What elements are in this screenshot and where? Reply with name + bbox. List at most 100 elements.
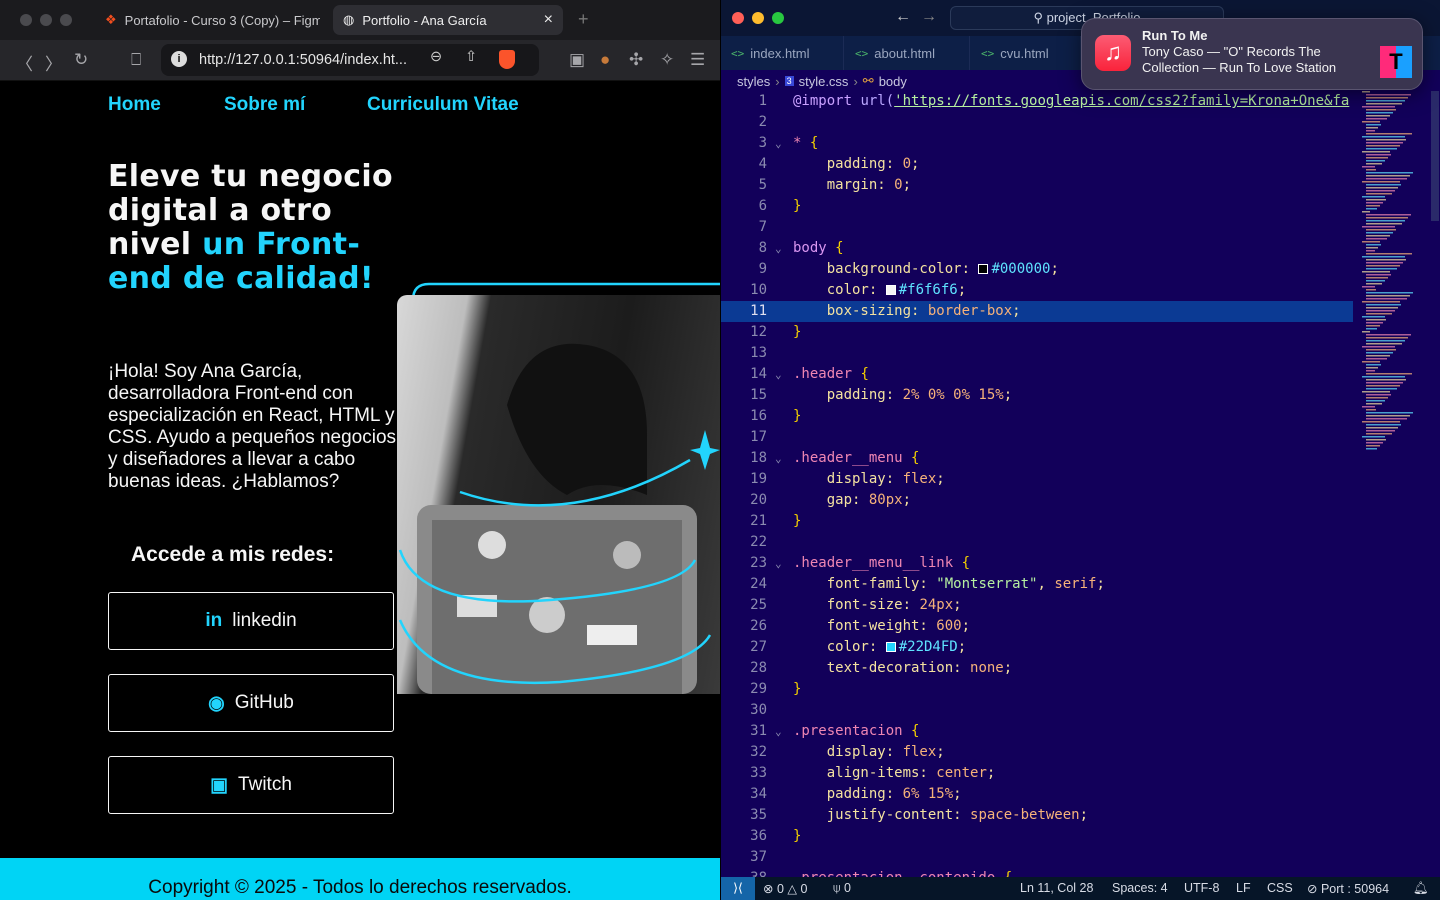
back-icon[interactable]: 〈 [16,50,33,75]
extensions-icon[interactable]: ✣ [629,50,643,70]
code-line[interactable]: 37 [721,847,1353,868]
code-line[interactable]: 6} [721,196,1353,217]
minimize-window-button[interactable] [752,12,764,24]
code-line[interactable]: 11 box-sizing: border-box; [721,301,1353,322]
code-line[interactable]: 15 padding: 2% 0% 0% 15%; [721,385,1353,406]
code-line[interactable]: 5 margin: 0; [721,175,1353,196]
tab-index-html[interactable]: <> index.html [721,36,844,70]
new-tab-button[interactable]: + [578,9,589,30]
back-arrow-icon[interactable]: ← [895,8,911,26]
code-text: .header__menu { [793,448,919,469]
close-window-button[interactable] [20,14,32,26]
code-line[interactable]: 3 ⌄ * { [721,133,1353,154]
remote-indicator-icon[interactable]: ⟩⟨ [721,877,755,900]
code-line[interactable]: 4 padding: 0; [721,154,1353,175]
code-line[interactable]: 21} [721,511,1353,532]
code-line[interactable]: 18 ⌄ .header__menu { [721,448,1353,469]
code-line[interactable]: 25 font-size: 24px; [721,595,1353,616]
minimap-line [1366,292,1413,294]
language-mode[interactable]: CSS [1267,881,1293,895]
bookmark-icon[interactable]: ⎕ [131,50,141,70]
maximize-window-button[interactable] [772,12,784,24]
brave-shield-icon[interactable] [499,50,515,69]
maximize-window-button[interactable] [60,14,72,26]
breadcrumb-file[interactable]: style.css [799,74,849,89]
code-line[interactable]: 2 [721,112,1353,133]
music-notification[interactable]: ♫ Run To Me Tony Caso — "O" Records The … [1081,18,1423,90]
wallet-icon[interactable]: ● [600,50,610,70]
code-line[interactable]: 13 [721,343,1353,364]
code-line[interactable]: 26 font-weight: 600; [721,616,1353,637]
code-line[interactable]: 19 display: flex; [721,469,1353,490]
code-line[interactable]: 33 align-items: center; [721,763,1353,784]
url-text[interactable]: http://127.0.0.1:50964/index.ht... [199,52,407,68]
reload-icon[interactable]: ↻ [74,50,88,70]
tab-cvu-html[interactable]: <> cvu.html [971,36,1081,70]
line-ending[interactable]: LF [1236,881,1251,895]
share-icon[interactable]: ⇧ [465,49,477,65]
bell-icon[interactable]: 🔔︎ [1413,881,1429,896]
tab-about-html[interactable]: <> about.html [845,36,970,70]
linkedin-button[interactable]: in linkedin [108,592,394,650]
code-line[interactable]: 32 display: flex; [721,742,1353,763]
code-line[interactable]: 29} [721,679,1353,700]
code-line[interactable]: 10 color: #f6f6f6; [721,280,1353,301]
menu-icon[interactable]: ☰ [690,50,705,70]
encoding[interactable]: UTF-8 [1184,881,1219,895]
problems-indicator[interactable]: ⊗ 0 △ 0 [763,881,807,896]
leo-ai-icon[interactable]: ✧ [660,50,674,70]
code-line[interactable]: 22 [721,532,1353,553]
code-line[interactable]: 34 padding: 6% 15%; [721,784,1353,805]
editor-scrollbar[interactable] [1431,91,1439,221]
twitch-button[interactable]: ▣ Twitch [108,756,394,814]
ports-indicator[interactable]: ⍦ 0 [833,881,851,896]
code-line[interactable]: 30 [721,700,1353,721]
fold-chevron-icon[interactable]: ⌄ [775,238,782,259]
live-server-port[interactable]: ⊘ Port : 50964 [1307,881,1389,896]
code-line[interactable]: 31 ⌄ .presentacion { [721,721,1353,742]
code-line[interactable]: 27 color: #22D4FD; [721,637,1353,658]
code-line[interactable]: 20 gap: 80px; [721,490,1353,511]
forward-arrow-icon[interactable]: → [921,8,937,26]
zoom-icon[interactable]: ⊖ [430,49,442,65]
fold-chevron-icon[interactable]: ⌄ [775,133,782,154]
minimap-line [1366,385,1400,387]
minimize-window-button[interactable] [40,14,52,26]
fold-chevron-icon[interactable]: ⌄ [775,721,782,742]
code-line[interactable]: 16} [721,406,1353,427]
code-line[interactable]: 12} [721,322,1353,343]
nav-home[interactable]: Home [108,94,161,116]
code-line[interactable]: 35 justify-content: space-between; [721,805,1353,826]
forward-icon[interactable]: 〉 [45,50,62,75]
search-icon: ⚲ [1033,10,1047,25]
breadcrumb-symbol[interactable]: body [879,74,907,89]
code-line[interactable]: 28 text-decoration: none; [721,658,1353,679]
fold-chevron-icon[interactable]: ⌄ [775,448,782,469]
sidebar-icon[interactable]: ▣ [569,50,585,70]
code-line[interactable]: 8 ⌄ body { [721,238,1353,259]
minimap[interactable] [1358,91,1433,461]
url-bar[interactable]: i http://127.0.0.1:50964/index.ht... ⊖ ⇧ [161,44,539,76]
cursor-position[interactable]: Ln 11, Col 28 [1020,881,1093,895]
close-window-button[interactable] [732,12,744,24]
tab-figma[interactable]: ❖ Portafolio - Curso 3 (Copy) – Figma [95,5,320,35]
code-line[interactable]: 14 ⌄ .header { [721,364,1353,385]
indentation[interactable]: Spaces: 4 [1112,881,1168,895]
info-icon[interactable]: i [171,51,187,67]
code-line[interactable]: 7 [721,217,1353,238]
fold-chevron-icon[interactable]: ⌄ [775,553,782,574]
code-line[interactable]: 24 font-family: "Montserrat", serif; [721,574,1353,595]
code-line[interactable]: 9 background-color: #000000; [721,259,1353,280]
close-tab-icon[interactable]: × [544,11,553,29]
github-button[interactable]: ◉ GitHub [108,674,394,732]
code-line[interactable]: 17 [721,427,1353,448]
code-line[interactable]: 1 @import url('https://fonts.googleapis.c… [721,91,1353,112]
nav-curriculum[interactable]: Curriculum Vitae [367,94,519,116]
code-editor[interactable]: 1 @import url('https://fonts.googleapis.c… [721,91,1353,886]
code-line[interactable]: 36} [721,826,1353,847]
nav-sobre-mi[interactable]: Sobre mí [224,94,305,116]
code-line[interactable]: 23 ⌄ .header__menu__link { [721,553,1353,574]
tab-portfolio[interactable]: ◍ Portfolio - Ana García × [333,5,563,35]
breadcrumb-folder[interactable]: styles [737,74,770,89]
fold-chevron-icon[interactable]: ⌄ [775,364,782,385]
